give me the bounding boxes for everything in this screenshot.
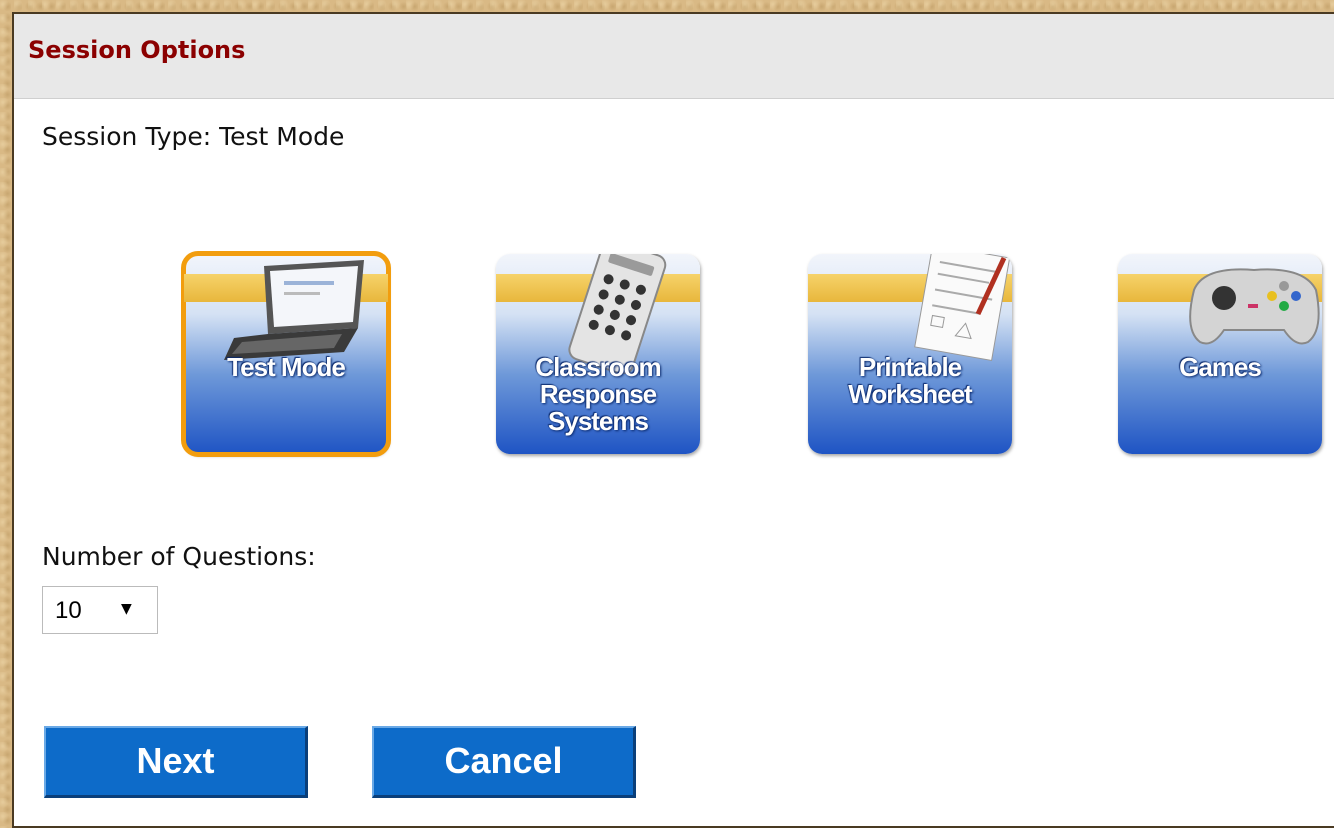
session-options-panel: Session Options Session Type: Test Mode … — [12, 12, 1334, 828]
tile-test-mode[interactable]: Test Mode — [181, 251, 391, 457]
panel-title: Session Options — [28, 36, 246, 64]
gamepad-icon — [1189, 268, 1320, 345]
tile-label: Test Mode — [227, 352, 346, 382]
tile-label: Printable Worksheet — [848, 352, 972, 409]
tile-games[interactable]: Games — [1118, 254, 1322, 454]
session-type-text: Session Type: Test Mode — [42, 122, 345, 151]
cancel-button[interactable]: Cancel — [372, 726, 636, 798]
next-button[interactable]: Next — [44, 726, 308, 798]
tile-printable-worksheet[interactable]: Printable Worksheet — [808, 254, 1012, 454]
panel-header: Session Options — [14, 14, 1334, 99]
number-of-questions-select[interactable]: 10 ▼ — [42, 586, 158, 634]
laptop-icon — [224, 260, 364, 360]
tile-label: Classroom Response Systems — [535, 352, 661, 436]
tile-classroom-response-systems[interactable]: Classroom Response Systems — [496, 254, 700, 454]
session-type-tiles: Test Mode Classroom Response Systems Pri… — [14, 251, 1334, 464]
chevron-down-icon: ▼ — [121, 601, 132, 617]
worksheet-icon — [914, 254, 1011, 362]
select-value: 10 — [55, 597, 82, 624]
tile-label: Games — [1179, 352, 1262, 382]
number-of-questions-label: Number of Questions: — [42, 542, 316, 571]
